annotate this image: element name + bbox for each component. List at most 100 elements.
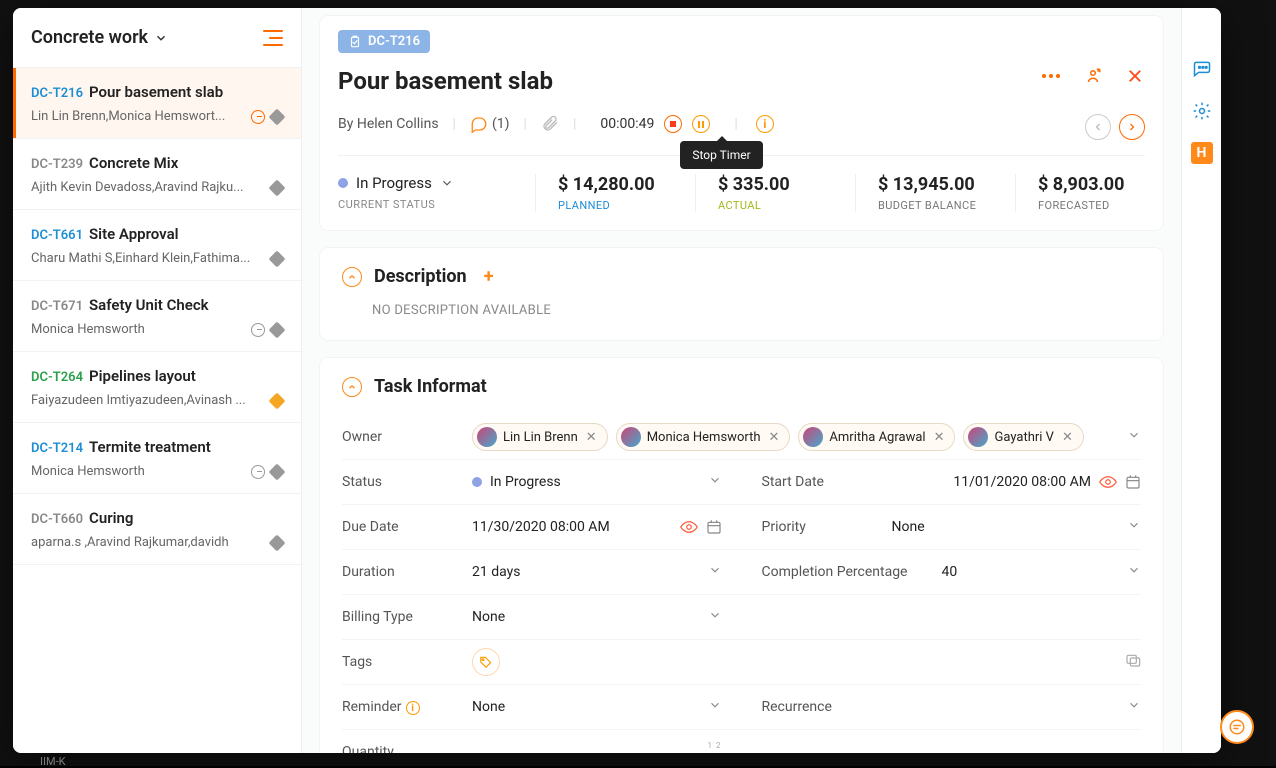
attachment-icon[interactable] xyxy=(541,115,559,133)
task-id: DC-T661 xyxy=(31,228,83,243)
clipboard-icon xyxy=(348,35,362,49)
comments-button[interactable]: (1) xyxy=(470,115,510,133)
task-id: DC-T660 xyxy=(31,512,83,527)
owner-label: Owner xyxy=(342,429,472,445)
close-icon[interactable] xyxy=(1125,66,1145,86)
owner-expand[interactable] xyxy=(1127,428,1141,446)
settings-icon[interactable] xyxy=(1191,100,1213,122)
quantity-field[interactable]: Quantity 1 23 4 xyxy=(342,730,722,753)
collapse-icon[interactable] xyxy=(342,377,362,397)
sidebar-task-item[interactable]: DC-T671Safety Unit Check Monica Hemswort… xyxy=(13,281,301,352)
prev-task-button[interactable] xyxy=(1085,114,1111,140)
right-rail: H xyxy=(1181,8,1221,753)
sidebar-task-item[interactable]: DC-T661Site Approval Charu Mathi S,Einha… xyxy=(13,210,301,281)
task-id: DC-T239 xyxy=(31,157,83,172)
timer-icon xyxy=(251,323,265,337)
remove-owner-icon[interactable]: ✕ xyxy=(1062,430,1073,445)
reminder-field[interactable]: Reminderi None xyxy=(342,685,722,729)
duration-field[interactable]: Duration 21 days xyxy=(342,550,722,594)
chat-icon[interactable] xyxy=(1191,58,1213,80)
comment-icon xyxy=(470,115,488,133)
avatar-icon xyxy=(621,427,641,447)
owner-chip[interactable]: Monica Hemsworth✕ xyxy=(616,423,791,451)
avatar-icon xyxy=(803,427,823,447)
status-text: In Progress xyxy=(356,174,432,192)
task-id-chip-text: DC-T216 xyxy=(368,34,420,49)
description-card: Description + NO DESCRIPTION AVAILABLE xyxy=(320,248,1163,340)
sidebar-task-item[interactable]: DC-T214Termite treatment Monica Hemswort… xyxy=(13,423,301,494)
sidebar-project-selector[interactable]: Concrete work xyxy=(31,27,168,48)
chevron-down-icon xyxy=(440,176,454,190)
priority-diamond-icon xyxy=(269,321,286,338)
stop-timer-button[interactable] xyxy=(664,115,682,133)
owner-chips: Lin Lin Brenn✕Monica Hemsworth✕Amritha A… xyxy=(472,423,1084,451)
task-id-chip[interactable]: DC-T216 xyxy=(338,30,430,53)
task-id: DC-T216 xyxy=(31,86,83,101)
start-date-field[interactable]: Start Date 11/01/2020 08:00 AM xyxy=(762,460,1142,504)
task-detail-window: Concrete work DC-T216Pour basement slab … xyxy=(13,8,1221,753)
priority-field[interactable]: Priority None xyxy=(762,505,1142,549)
chat-fab-button[interactable] xyxy=(1220,710,1254,744)
task-name: Curing xyxy=(89,509,133,527)
h-badge-icon[interactable]: H xyxy=(1191,142,1213,164)
owner-row: Owner Lin Lin Brenn✕Monica Hemsworth✕Amr… xyxy=(342,415,1141,459)
no-description-text: NO DESCRIPTION AVAILABLE xyxy=(372,303,1141,318)
timer-value: 00:00:49 xyxy=(600,116,654,132)
owner-chip[interactable]: Amritha Agrawal✕ xyxy=(798,423,955,451)
main-content: DC-T216 Pour basement slab By Helen Coll… xyxy=(302,8,1221,753)
share-icon[interactable] xyxy=(1083,66,1103,86)
filter-icon[interactable] xyxy=(263,30,283,46)
collapse-icon[interactable] xyxy=(342,267,362,287)
task-name: Pipelines layout xyxy=(89,367,196,385)
sidebar-title-text: Concrete work xyxy=(31,27,148,48)
status-dot-icon xyxy=(472,477,482,487)
priority-diamond-icon xyxy=(269,108,286,125)
priority-diamond-icon xyxy=(269,250,286,267)
tags-extra-icon[interactable] xyxy=(1125,653,1141,671)
sidebar-task-item[interactable]: DC-T216Pour basement slab Lin Lin Brenn,… xyxy=(13,68,301,139)
completion-field[interactable]: Completion Percentage 40 xyxy=(762,550,1142,594)
stop-timer-tooltip: Stop Timer xyxy=(680,141,762,169)
task-header-card: DC-T216 Pour basement slab By Helen Coll… xyxy=(320,16,1163,230)
more-icon[interactable] xyxy=(1041,66,1061,86)
timer-icon xyxy=(251,110,265,124)
comment-count: (1) xyxy=(492,116,510,132)
info-button[interactable]: i xyxy=(752,115,774,133)
recurrence-field[interactable]: Recurrence xyxy=(762,685,1142,729)
info-icon: i xyxy=(406,701,420,715)
remove-owner-icon[interactable]: ✕ xyxy=(769,430,780,445)
owner-name: Lin Lin Brenn xyxy=(503,430,578,445)
task-id: DC-T264 xyxy=(31,370,83,385)
prev-next-nav xyxy=(1085,114,1145,140)
sidebar-task-item[interactable]: DC-T264 Pipelines layout Faiyazudeen Imti… xyxy=(13,352,301,423)
timer-display: 00:00:49 Stop Timer xyxy=(590,111,720,137)
byline-row: By Helen Collins | (1) | | 00:00:49 Stop… xyxy=(338,111,1145,137)
eye-icon xyxy=(1099,476,1117,488)
billing-field[interactable]: Billing Type None xyxy=(342,595,722,639)
next-task-button[interactable] xyxy=(1119,114,1145,140)
pause-timer-button[interactable] xyxy=(692,115,710,133)
owner-chip[interactable]: Gayathri V✕ xyxy=(963,423,1083,451)
task-assignees: Monica Hemsworth xyxy=(31,322,245,337)
remove-owner-icon[interactable]: ✕ xyxy=(586,430,597,445)
priority-diamond-icon xyxy=(269,392,286,409)
status-selector[interactable]: In Progress xyxy=(338,174,535,192)
task-assignees: Monica Hemsworth xyxy=(31,464,245,479)
task-assignees: Faiyazudeen Imtiyazudeen,Avinash ... xyxy=(31,393,265,408)
priority-diamond-icon xyxy=(269,534,286,551)
task-title: Pour basement slab xyxy=(338,67,1145,95)
add-description-button[interactable]: + xyxy=(479,267,499,287)
sidebar-task-item[interactable]: DC-T239Concrete Mix Ajith Kevin Devadoss… xyxy=(13,139,301,210)
calendar-icon[interactable] xyxy=(1125,474,1141,490)
fin-planned: $ 14,280.00PLANNED xyxy=(535,174,665,212)
task-name: Termite treatment xyxy=(89,438,211,456)
status-field[interactable]: Status In Progress xyxy=(342,460,722,504)
task-assignees: Charu Mathi S,Einhard Klein,Fathima... xyxy=(31,251,265,266)
priority-diamond-icon xyxy=(269,463,286,480)
remove-owner-icon[interactable]: ✕ xyxy=(934,430,945,445)
due-date-field[interactable]: Due Date 11/30/2020 08:00 AM xyxy=(342,505,722,549)
calendar-icon[interactable] xyxy=(706,519,722,535)
owner-chip[interactable]: Lin Lin Brenn ✕ xyxy=(472,423,608,451)
add-tag-button[interactable] xyxy=(472,648,500,676)
sidebar-task-item[interactable]: DC-T660Curing aparna.s ,Aravind Rajkumar… xyxy=(13,494,301,565)
